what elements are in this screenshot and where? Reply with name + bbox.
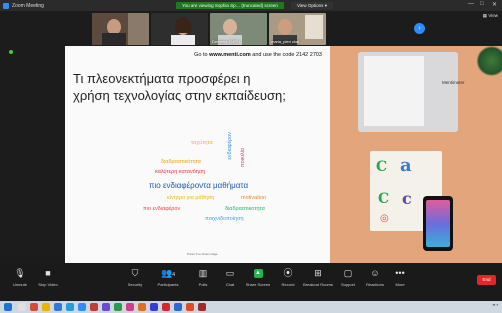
- phone-screen: [426, 200, 450, 247]
- screen-share-banner: You are viewing Sophia Sp… (truncated) s…: [176, 2, 284, 9]
- taskbar-app-icon[interactable]: [174, 303, 182, 311]
- word-cloud-word: ταχύτητα: [191, 140, 213, 146]
- participant-strip: Demetra KMPU… maria_pleri ckal…: [92, 13, 326, 45]
- taskbar-app-icon[interactable]: [66, 303, 74, 311]
- taskbar-app-icon[interactable]: [30, 303, 38, 311]
- taskbar-app-icon[interactable]: [114, 303, 122, 311]
- taskbar-app-icon[interactable]: [102, 303, 110, 311]
- next-participants-button[interactable]: ›: [414, 23, 425, 34]
- participant-name: Demetra KMPU…: [212, 39, 245, 44]
- view-options-label: View Options: [297, 3, 324, 8]
- taskbar-app-icon[interactable]: [138, 303, 146, 311]
- taskbar-app-icon[interactable]: [162, 303, 170, 311]
- taskbar-app-icon[interactable]: [90, 303, 98, 311]
- zoom-taskbar-icon[interactable]: [78, 303, 86, 311]
- word-cloud-word: ποικιλία: [240, 148, 246, 168]
- word-cloud-word: πιο ενδιαφέρον: [143, 206, 181, 212]
- word-cloud-word: κίνητρο για μάθηση: [167, 195, 215, 201]
- taskbar-app-icon[interactable]: [186, 303, 194, 311]
- windows-taskbar: ▪▪ ▪: [0, 301, 502, 313]
- shared-slide: Go to www.menti.com and use the code 214…: [65, 46, 330, 263]
- word-cloud-word: ενδιαφέρον: [227, 132, 233, 160]
- mentimeter-brand: Mentimeter: [442, 80, 465, 85]
- instruction-suffix: and use the code 2142 2703: [250, 52, 322, 58]
- laptop-screen: [364, 56, 424, 126]
- meeting-toolbar: 🎙 Unmute ■ Stop Video ⛉ Security 👥4 Particip…: [0, 263, 502, 301]
- view-button-label: View: [488, 13, 498, 18]
- slide-footer: Press S to show image: [187, 252, 218, 256]
- maximize-button[interactable]: □: [480, 1, 484, 7]
- taskbar-app-icon[interactable]: [126, 303, 134, 311]
- letter-decoration: ◎: [380, 213, 389, 224]
- view-options-button[interactable]: View Options ▾: [291, 2, 333, 9]
- participant-name: maria_pleri ckal…: [271, 39, 304, 44]
- participants-count: 4: [172, 272, 175, 278]
- taskbar-app-icon[interactable]: [198, 303, 206, 311]
- phone-image: [423, 196, 453, 251]
- zoom-window: Zoom Meeting You are viewing Sophia Sp… …: [0, 0, 502, 313]
- view-button[interactable]: ▦ View: [483, 13, 498, 19]
- chevron-right-icon: ›: [418, 25, 421, 32]
- video-camera-icon: ■: [45, 268, 51, 278]
- close-button[interactable]: ✕: [492, 1, 497, 8]
- join-instruction: Go to www.menti.com and use the code 214…: [65, 52, 322, 58]
- participant-video[interactable]: Demetra KMPU…: [210, 13, 267, 45]
- word-cloud-word: παιχνιδοποίηση: [205, 216, 244, 222]
- search-icon[interactable]: [18, 303, 26, 311]
- clock-icon: ▪▪ ▪: [492, 302, 498, 307]
- letter-c-decoration: c: [402, 189, 412, 208]
- taskbar-app-icon[interactable]: [150, 303, 158, 311]
- status-indicator: [9, 50, 13, 54]
- stop-video-label: Stop Video: [38, 282, 58, 287]
- word-cloud-word: motivation: [241, 195, 267, 201]
- participant-video[interactable]: [151, 13, 208, 45]
- participants-button[interactable]: 👥4 Participants: [148, 267, 188, 287]
- more-button[interactable]: ••• More: [380, 267, 420, 287]
- more-label: More: [395, 282, 405, 287]
- participant-photo: [92, 13, 149, 45]
- more-dots-icon: •••: [395, 268, 405, 278]
- word-cloud-word: διαδραστικοτητα: [225, 206, 265, 212]
- folder-icon[interactable]: [42, 303, 50, 311]
- participant-video[interactable]: maria_pleri ckal…: [269, 13, 326, 45]
- laptop-image: Mentimeter: [358, 52, 465, 132]
- menti-link: www.menti.com: [209, 52, 251, 58]
- end-meeting-button[interactable]: End: [477, 275, 496, 285]
- window-title: Zoom Meeting: [12, 2, 44, 9]
- slide-question: Τι πλεονεκτήματα προσφέρει η χρήση τεχνο…: [73, 71, 286, 103]
- participant-video[interactable]: [92, 13, 149, 45]
- participant-photo: [151, 13, 208, 45]
- participants-label: Participants: [157, 282, 179, 287]
- participants-icon: 👥4: [161, 268, 175, 278]
- word-cloud-word: καλύτερη κατανόηση: [155, 169, 206, 175]
- plant-image: [476, 46, 502, 76]
- instruction-prefix: Go to: [194, 52, 210, 58]
- letter-c-decoration: C: [378, 191, 390, 207]
- start-menu-icon[interactable]: [4, 303, 12, 311]
- word-cloud-word: πιο ενδιαφέροντα μαθήματα: [149, 181, 249, 190]
- letter-a-decoration: a: [400, 155, 412, 176]
- minimize-button[interactable]: —: [468, 1, 474, 7]
- zoom-app-icon: [3, 2, 9, 9]
- stop-video-button[interactable]: ■ Stop Video: [28, 267, 68, 287]
- system-tray[interactable]: ▪▪ ▪: [493, 303, 498, 307]
- desk-background-image: Mentimeter C a C c ◎: [330, 46, 502, 263]
- browser-icon[interactable]: [54, 303, 62, 311]
- letter-c-decoration: C: [376, 159, 388, 175]
- word-cloud-word: διαδραστικότητα: [161, 159, 201, 165]
